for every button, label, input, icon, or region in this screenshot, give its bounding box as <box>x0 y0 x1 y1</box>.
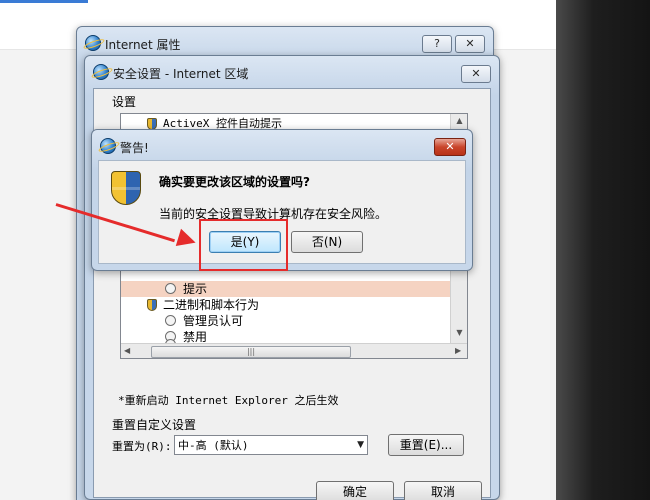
hscroll-thumb[interactable]: ||| <box>151 346 351 358</box>
scroll-right-arrow-icon[interactable]: ▶ <box>455 346 461 355</box>
reset-level-value: 中-高 (默认) <box>178 439 249 452</box>
radio-button[interactable] <box>165 315 176 326</box>
ok-button[interactable]: 确定 <box>316 481 394 500</box>
chevron-down-icon: ▼ <box>357 440 364 450</box>
restart-note: *重新启动 Internet Explorer 之后生效 <box>118 394 339 407</box>
settings-group-label: 设置 <box>112 95 137 109</box>
list-item-label: 二进制和脚本行为 <box>163 298 260 312</box>
shield-icon <box>147 299 157 311</box>
warning-shield-icon <box>111 171 141 205</box>
scroll-up-arrow-icon[interactable]: ▲ <box>451 116 467 125</box>
dialog-title: 警告! <box>120 141 149 155</box>
reset-to-label: 重置为(R): <box>112 440 172 453</box>
radio-button[interactable] <box>165 283 176 294</box>
reset-button[interactable]: 重置(E)... <box>388 434 464 456</box>
cancel-button[interactable]: 取消 <box>404 481 482 500</box>
window-title: Internet 属性 <box>105 38 181 52</box>
close-button[interactable]: ✕ <box>434 138 466 156</box>
scroll-down-arrow-icon[interactable]: ▼ <box>451 328 467 337</box>
internet-globe-icon <box>93 64 109 80</box>
close-button[interactable]: ✕ <box>461 65 491 83</box>
list-item-selected[interactable]: 提示 <box>121 281 451 297</box>
help-button[interactable]: ? <box>422 35 452 53</box>
hscroll-grip: ||| <box>246 347 256 356</box>
internet-globe-icon <box>100 138 116 154</box>
security-settings-window: 安全设置 - Internet 区域 ✕ 设置 ActiveX 控件自动提示 提… <box>84 55 500 500</box>
list-item-category[interactable]: 二进制和脚本行为 <box>121 297 451 313</box>
background-tab-indicator <box>0 0 88 3</box>
list-item-label: 提示 <box>183 282 208 296</box>
list-item[interactable]: 管理员认可 <box>121 313 451 329</box>
no-button[interactable]: 否(N) <box>291 231 363 253</box>
reset-level-select[interactable]: 中-高 (默认) ▼ <box>174 435 368 455</box>
internet-globe-icon <box>85 35 101 51</box>
horizontal-scrollbar[interactable]: ◀ ||| ▶ <box>121 343 467 358</box>
close-button[interactable]: ✕ <box>455 35 485 53</box>
background-dark-panel <box>556 0 650 500</box>
warning-question: 确实要更改该区域的设置吗? <box>159 175 310 189</box>
list-item-label: 管理员认可 <box>183 314 244 328</box>
reset-group-label: 重置自定义设置 <box>112 418 197 432</box>
annotation-highlight-box <box>199 219 288 271</box>
scroll-left-arrow-icon[interactable]: ◀ <box>124 346 130 355</box>
window-title: 安全设置 - Internet 区域 <box>113 67 249 81</box>
